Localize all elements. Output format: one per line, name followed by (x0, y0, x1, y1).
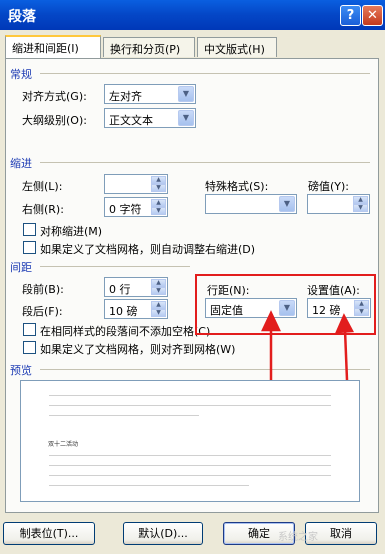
tab-indents-spacing[interactable]: 缩进和间距(I) (5, 35, 101, 58)
annotation-arrow (261, 310, 281, 380)
watermark: 系统之家 (278, 532, 318, 543)
tabs-button[interactable]: 制表位(T)... (3, 522, 95, 545)
paragraph-dialog: 段落 ? ✕ 缩进和间距(I) 换行和分页(P) 中文版式(H) 常规 对齐方式… (0, 0, 385, 554)
set-default-button[interactable]: 默认(D)... (123, 522, 203, 545)
annotation-arrows (261, 310, 355, 381)
annotation-arrow (335, 313, 355, 381)
